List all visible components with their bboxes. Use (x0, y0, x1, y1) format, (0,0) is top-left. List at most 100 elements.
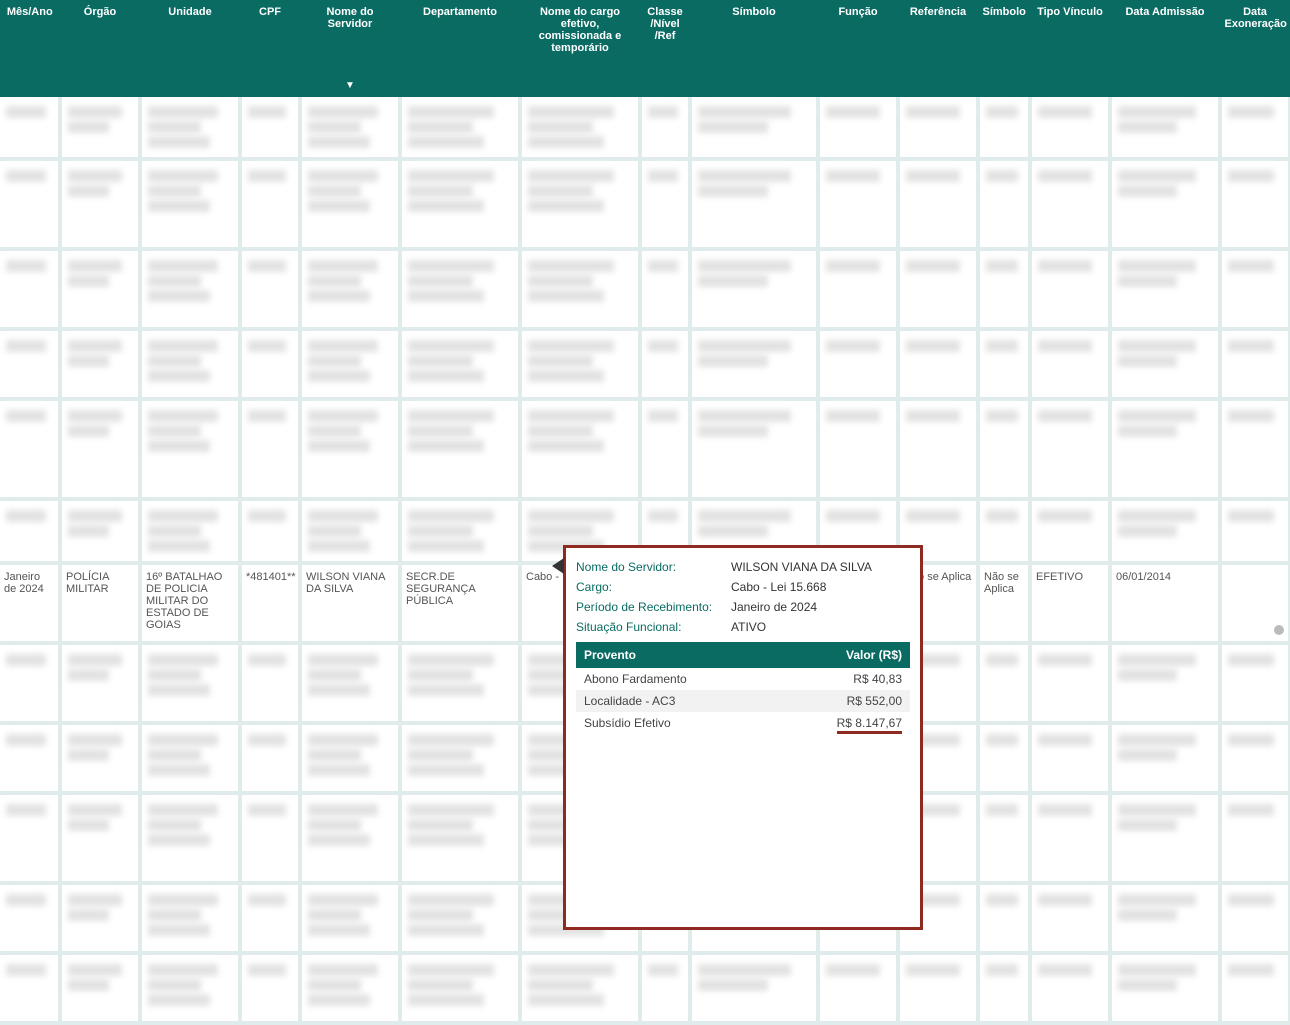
cell-blurred (818, 329, 898, 399)
cell-blurred (240, 883, 300, 953)
col-exoneracao[interactable]: Data Exoneração (1220, 0, 1290, 97)
cell-blurred (60, 399, 140, 499)
cell-blurred (690, 329, 818, 399)
col-simbolo2[interactable]: Símbolo (978, 0, 1030, 97)
cell-blurred (1220, 953, 1290, 1023)
cell-blurred (240, 499, 300, 563)
col-cpf[interactable]: CPF (240, 0, 300, 97)
cell-blurred (0, 97, 60, 159)
popup-label-periodo: Período de Recebimento: (576, 598, 731, 616)
col-funcao[interactable]: Função (818, 0, 898, 97)
col-mesano[interactable]: Mês/Ano (0, 0, 60, 97)
cell-blurred (400, 953, 520, 1023)
col-referencia[interactable]: Referência (898, 0, 978, 97)
cell-blurred (1030, 399, 1110, 499)
popup-value-cargo: Cabo - Lei 15.668 (731, 578, 826, 596)
cell-blurred (60, 329, 140, 399)
cell-blurred (300, 883, 400, 953)
provento-col-valor: Valor (R$) (774, 642, 910, 668)
table-row[interactable] (0, 399, 1290, 499)
cell-blurred (240, 953, 300, 1023)
cell-blurred (60, 643, 140, 723)
cell-blurred (1110, 883, 1220, 953)
cell-blurred (1110, 329, 1220, 399)
cell-blurred (140, 399, 240, 499)
cell-blurred (818, 399, 898, 499)
cell-blurred (1110, 643, 1220, 723)
cell-blurred (978, 159, 1030, 249)
cell-nome: WILSON VIANA DA SILVA (300, 563, 400, 643)
col-vinculo[interactable]: Tipo Vínculo (1030, 0, 1110, 97)
cell-blurred (140, 329, 240, 399)
cell-blurred (978, 399, 1030, 499)
popup-label-cargo: Cargo: (576, 578, 731, 596)
table-row[interactable] (0, 329, 1290, 399)
cell-blurred (818, 159, 898, 249)
cell-blurred (0, 953, 60, 1023)
cell-blurred (0, 793, 60, 883)
provento-row: Localidade - AC3 R$ 552,00 (576, 690, 910, 712)
cell-blurred (1220, 399, 1290, 499)
provento-name: Abono Fardamento (576, 668, 774, 690)
popup-value-periodo: Janeiro de 2024 (731, 598, 817, 616)
cell-blurred (978, 723, 1030, 793)
cell-simbolo2: Não se Aplica (978, 563, 1030, 643)
cell-orgao: POLÍCIA MILITAR (60, 563, 140, 643)
col-admissao[interactable]: Data Admissão (1110, 0, 1220, 97)
cell-blurred (1110, 499, 1220, 563)
table-row[interactable] (0, 249, 1290, 329)
cell-blurred (1110, 97, 1220, 159)
cell-blurred (1110, 793, 1220, 883)
cell-blurred (300, 399, 400, 499)
cell-blurred (0, 249, 60, 329)
cell-blurred (1220, 793, 1290, 883)
cell-blurred (640, 953, 690, 1023)
cell-blurred (140, 793, 240, 883)
scroll-indicator[interactable] (1274, 625, 1284, 635)
cell-blurred (1030, 97, 1110, 159)
cell-blurred (1030, 499, 1110, 563)
cell-blurred (1030, 249, 1110, 329)
cell-blurred (60, 249, 140, 329)
col-unidade[interactable]: Unidade (140, 0, 240, 97)
cell-blurred (520, 399, 640, 499)
cell-blurred (978, 883, 1030, 953)
cell-blurred (300, 723, 400, 793)
cell-blurred (520, 159, 640, 249)
cell-blurred (0, 883, 60, 953)
cell-blurred (140, 643, 240, 723)
cell-blurred (300, 643, 400, 723)
col-classe[interactable]: Classe /Nível /Ref (640, 0, 690, 97)
cell-blurred (1110, 953, 1220, 1023)
cell-blurred (240, 249, 300, 329)
cell-blurred (240, 399, 300, 499)
cell-blurred (240, 793, 300, 883)
table-row[interactable] (0, 97, 1290, 159)
cell-blurred (818, 953, 898, 1023)
col-departamento[interactable]: Departamento (400, 0, 520, 97)
provento-row: Abono Fardamento R$ 40,83 (576, 668, 910, 690)
col-nome[interactable]: Nome do Servidor ▼ (300, 0, 400, 97)
cell-blurred (140, 249, 240, 329)
cell-blurred (640, 329, 690, 399)
cell-blurred (240, 723, 300, 793)
cell-blurred (898, 399, 978, 499)
cell-blurred (640, 159, 690, 249)
col-simbolo[interactable]: Símbolo (690, 0, 818, 97)
popup-label-nome: Nome do Servidor: (576, 558, 731, 576)
col-orgao[interactable]: Órgão (60, 0, 140, 97)
cell-blurred (898, 97, 978, 159)
cell-blurred (240, 159, 300, 249)
table-row[interactable] (0, 159, 1290, 249)
cell-blurred (1220, 329, 1290, 399)
cell-blurred (1220, 883, 1290, 953)
cell-mesano: Janeiro de 2024 (0, 563, 60, 643)
cell-blurred (0, 399, 60, 499)
col-cargo[interactable]: Nome do cargo efetivo, comissionada e te… (520, 0, 640, 97)
cell-blurred (140, 883, 240, 953)
table-row[interactable] (0, 953, 1290, 1023)
cell-blurred (60, 883, 140, 953)
cell-blurred (1030, 723, 1110, 793)
cell-blurred (520, 97, 640, 159)
cell-blurred (690, 399, 818, 499)
